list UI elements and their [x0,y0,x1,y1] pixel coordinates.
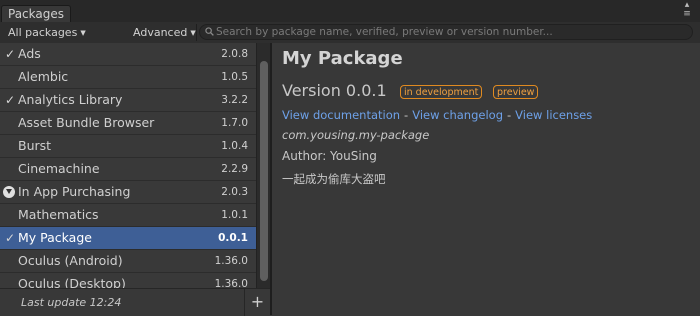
search-input[interactable] [216,25,686,39]
checkmark-icon: ✓ [5,93,16,107]
package-author: Author: YouSing [282,149,377,163]
package-list-item[interactable]: Oculus (Desktop) 1.36.0 [0,273,256,288]
link-separator: - [507,108,512,122]
package-version-label: 1.36.0 [214,278,248,288]
toolbar-divider [196,24,197,41]
download-icon [3,186,15,198]
package-name: Mathematics [18,207,99,222]
window-menu-icon[interactable]: ▴ ≡ [678,1,696,21]
package-links: View documentation - View changelog - View l… [282,108,592,122]
package-list-item[interactable]: ✓ My Package 0.0.1 [0,227,256,250]
filter-dropdown-label: All packages [8,26,78,39]
package-version-label: 3.2.2 [221,94,248,106]
package-list-item[interactable]: ✓ Ads 2.0.8 [0,43,256,66]
package-list-item[interactable]: Burst 1.0.4 [0,135,256,158]
package-name: Asset Bundle Browser [18,115,155,130]
package-list-item[interactable]: ✓ Analytics Library 3.2.2 [0,89,256,112]
package-version-label: 0.0.1 [218,232,248,244]
package-version: Version 0.0.1 [282,81,387,100]
package-name: Burst [18,138,52,153]
advanced-dropdown-label: Advanced [133,26,188,39]
add-package-button[interactable]: + [245,289,270,316]
package-list-item[interactable]: Alembic 1.0.5 [0,66,256,89]
package-list-item[interactable]: Asset Bundle Browser 1.7.0 [0,112,256,135]
package-name: Oculus (Desktop) [18,276,126,288]
advanced-dropdown[interactable]: Advanced ▼ [133,24,196,41]
package-list-item[interactable]: Oculus (Android) 1.36.0 [0,250,256,273]
package-name: My Package [18,230,92,245]
package-details: My Package Version 0.0.1 in development … [272,43,700,315]
package-list-item[interactable]: Mathematics 1.0.1 [0,204,256,227]
filter-dropdown[interactable]: All packages ▼ [8,24,86,41]
last-update-text: Last update 12:24 [21,296,122,309]
preview-badge: preview [493,85,539,99]
view-licenses-link[interactable]: View licenses [515,108,592,122]
package-name: Oculus (Android) [18,253,123,268]
package-version-label: 2.0.8 [221,48,248,60]
in-development-badge: in development [400,85,483,99]
checkmark-icon: ✓ [5,47,16,61]
package-version-label: 2.0.3 [221,186,248,198]
chevron-down-icon: ▼ [190,29,196,37]
package-name: Alembic [18,69,69,84]
package-version-label: 1.0.1 [221,209,248,221]
package-list-scrollbar[interactable] [256,43,271,288]
package-id: com.yousing.my-package [282,128,430,142]
package-version-label: 1.36.0 [214,255,248,267]
link-separator: - [404,108,409,122]
chevron-down-icon: ▼ [80,29,86,37]
list-footer: Last update 12:24 + [0,288,270,316]
package-list-item[interactable]: In App Purchasing 2.0.3 [0,181,256,204]
toolbar: All packages ▼ Advanced ▼ [0,22,700,44]
window-tab-bar: Packages ▴ ≡ [0,0,700,23]
package-list: ✓ Ads 2.0.8 Alembic 1.0.5 ✓ Analytics Library 3… [0,43,256,288]
view-changelog-link[interactable]: View changelog [412,108,503,122]
package-name: Cinemachine [18,161,100,176]
package-version-label: 1.0.4 [221,140,248,152]
packages-tab[interactable]: Packages [1,5,71,23]
checkmark-icon: ✓ [5,231,16,245]
scrollbar-thumb[interactable] [260,61,268,281]
package-version-label: 1.0.5 [221,71,248,83]
package-description: 一起成为偷库大盗吧 [282,172,386,186]
package-name: Ads [18,46,41,61]
package-name: In App Purchasing [18,184,131,199]
package-title: My Package [282,48,403,69]
view-documentation-link[interactable]: View documentation [282,108,400,122]
package-version-label: 1.7.0 [221,117,248,129]
search-icon [205,27,214,36]
package-version-label: 2.2.9 [221,163,248,175]
search-field[interactable] [199,24,693,40]
package-name: Analytics Library [18,92,123,107]
package-list-item[interactable]: Cinemachine 2.2.9 [0,158,256,181]
